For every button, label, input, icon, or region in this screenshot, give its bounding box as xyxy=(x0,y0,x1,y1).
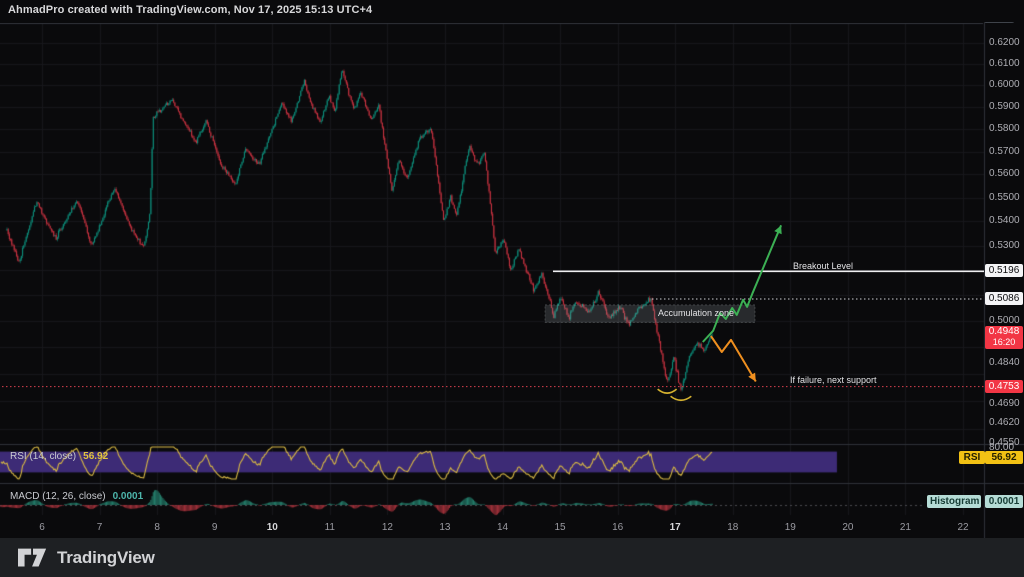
attribution-text: AhmadPro created with TradingView.com, N… xyxy=(8,4,372,16)
price-tick: 0.5900 xyxy=(989,101,1020,112)
time-label: 7 xyxy=(87,522,113,533)
time-label: 8 xyxy=(144,522,170,533)
histogram-scale-label-badge: Histogram xyxy=(927,495,981,508)
bullish-breakout-arrow[interactable] xyxy=(703,225,781,342)
price-tick: 0.5000 xyxy=(989,315,1020,326)
price-tick: 0.6100 xyxy=(989,58,1020,69)
time-label: 19 xyxy=(777,522,803,533)
time-label: 6 xyxy=(29,522,55,533)
rsi-pane-title[interactable]: RSI (14, close) xyxy=(10,451,76,462)
last-price-badge: 0.494816:20 xyxy=(985,326,1023,349)
tradingview-brand-text[interactable]: TradingView xyxy=(57,548,155,568)
breakout-price-badge: 0.5196 xyxy=(985,264,1023,277)
price-tick: 0.6000 xyxy=(989,79,1020,90)
breakout-level-label: Breakout Level xyxy=(793,261,853,271)
time-label: 12 xyxy=(374,522,400,533)
tradingview-logo-icon[interactable] xyxy=(18,548,48,568)
time-label: 10 xyxy=(259,522,285,533)
tradingview-chart-snapshot: AhmadPro created with TradingView.com, N… xyxy=(0,0,1024,577)
bearish-failure-arrow[interactable] xyxy=(711,336,756,382)
histogram-value-badge: 0.0001 xyxy=(985,495,1023,508)
macd-pane-value: 0.0001 xyxy=(113,491,144,502)
last-price-value: 0.4948 xyxy=(989,326,1020,337)
rsi-pane-value: 56.92 xyxy=(83,451,108,462)
price-tick: 0.5500 xyxy=(989,192,1020,203)
time-label: 13 xyxy=(432,522,458,533)
resistance-price-badge: 0.5086 xyxy=(985,292,1023,305)
rsi-scale-label-badge: RSI xyxy=(959,451,985,464)
price-tick: 0.5700 xyxy=(989,146,1020,157)
time-label: 22 xyxy=(950,522,976,533)
time-label: 18 xyxy=(720,522,746,533)
chart-drawings-layer xyxy=(0,23,1024,538)
macd-pane-legend[interactable]: MACD (12, 26, close) 0.0001 xyxy=(10,491,143,502)
price-tick: 0.6200 xyxy=(989,37,1020,48)
time-axis[interactable]: 6 7 8 9 10 11 12 13 14 15 16 17 18 19 20 21 22 xyxy=(0,515,985,537)
accumulation-zone-label: Accumulation zone xyxy=(658,308,734,318)
rsi-pane-legend[interactable]: RSI (14, close) 56.92 xyxy=(10,451,108,462)
failure-support-label: If failure, next support xyxy=(790,375,877,385)
time-label: 21 xyxy=(892,522,918,533)
time-label: 20 xyxy=(835,522,861,533)
price-tick: 0.5400 xyxy=(989,215,1020,226)
time-label: 17 xyxy=(662,522,688,533)
rsi-value-badge: 56.92 xyxy=(985,451,1023,464)
double-bottom-arc-marker[interactable] xyxy=(671,396,692,400)
time-label: 16 xyxy=(605,522,631,533)
price-tick: 0.5600 xyxy=(989,168,1020,179)
price-tick: 0.4620 xyxy=(989,417,1020,428)
time-label: 15 xyxy=(547,522,573,533)
time-label: 11 xyxy=(317,522,343,533)
macd-pane-title[interactable]: MACD (12, 26, close) xyxy=(10,491,106,502)
price-tick: 0.4840 xyxy=(989,357,1020,368)
price-tick: 0.5300 xyxy=(989,240,1020,251)
double-bottom-arc-marker[interactable] xyxy=(658,389,677,393)
time-label: 9 xyxy=(202,522,228,533)
footer-bar: TradingView xyxy=(0,538,1024,577)
time-label: 14 xyxy=(490,522,516,533)
bar-countdown: 16:20 xyxy=(985,337,1023,347)
support-price-badge: 0.4753 xyxy=(985,380,1023,393)
price-tick: 0.4690 xyxy=(989,398,1020,409)
price-tick: 0.5800 xyxy=(989,123,1020,134)
